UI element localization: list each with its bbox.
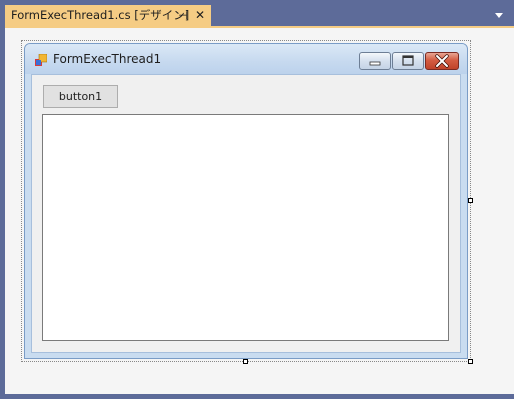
maximize-button[interactable]	[392, 52, 424, 70]
resize-handle-bottom[interactable]	[243, 359, 248, 364]
form-title-bar[interactable]: FormExecThread1	[25, 44, 467, 74]
close-x-icon	[435, 54, 449, 68]
minimize-icon	[369, 61, 381, 66]
resize-handle-right[interactable]	[468, 198, 473, 203]
pin-icon[interactable]: ⊣	[177, 5, 189, 26]
chevron-down-icon[interactable]	[493, 10, 505, 20]
document-tab-title: FormExecThread1.cs [デザイン]	[11, 8, 190, 22]
close-button[interactable]	[425, 52, 459, 70]
resize-handle-bottom-right[interactable]	[468, 359, 473, 364]
button1[interactable]: button1	[43, 85, 118, 108]
form-app-icon	[35, 54, 47, 66]
minimize-button[interactable]	[359, 52, 391, 70]
form-title: FormExecThread1	[53, 52, 162, 66]
multiline-textbox[interactable]	[42, 114, 449, 341]
maximize-icon	[402, 55, 414, 66]
document-tab-strip: FormExecThread1.cs [デザイン] ⊣ ✕	[0, 0, 514, 28]
document-tab[interactable]: FormExecThread1.cs [デザイン] ⊣ ✕	[5, 5, 211, 26]
close-icon[interactable]: ✕	[193, 5, 207, 26]
